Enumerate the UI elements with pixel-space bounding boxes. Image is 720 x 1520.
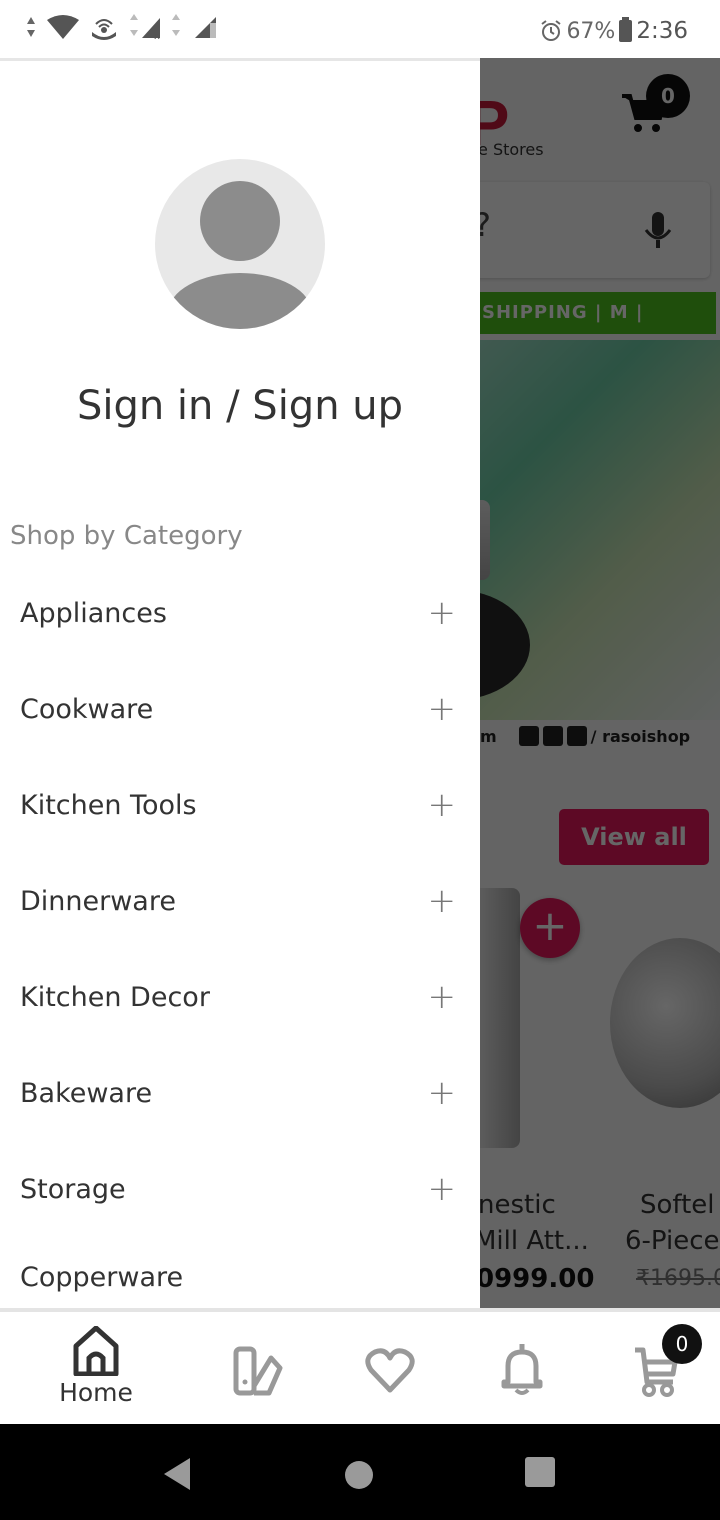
category-label: Storage <box>20 1173 126 1205</box>
nav-wishlist[interactable] <box>340 1348 440 1394</box>
category-item-copperware[interactable]: Copperware <box>0 1237 480 1308</box>
back-icon[interactable] <box>162 1458 192 1490</box>
plus-icon[interactable]: + <box>428 785 457 825</box>
heart-icon <box>365 1348 415 1393</box>
status-bar: x 67% 2:36 <box>0 0 720 58</box>
nav-categories[interactable] <box>208 1346 308 1396</box>
category-label: Appliances <box>20 597 167 629</box>
plus-icon[interactable]: + <box>428 977 457 1017</box>
category-item-kitchen-tools[interactable]: Kitchen Tools + <box>0 757 480 853</box>
signal-x-icon: x <box>130 14 180 40</box>
plus-icon[interactable]: + <box>428 881 457 921</box>
category-item-appliances[interactable]: Appliances + <box>0 565 480 661</box>
cart-badge: 0 <box>662 1324 702 1364</box>
clock: 2:36 <box>636 18 688 44</box>
plus-icon[interactable]: + <box>428 1073 457 1113</box>
alarm-icon <box>541 20 562 41</box>
category-label: Cookware <box>20 693 154 725</box>
bell-icon <box>501 1344 543 1395</box>
category-label: Dinnerware <box>20 885 176 917</box>
home-icon <box>73 1326 119 1376</box>
avatar-head <box>200 181 280 261</box>
plus-icon[interactable]: + <box>428 593 457 633</box>
category-label: Copperware <box>20 1261 184 1293</box>
data-arrows-icon <box>27 17 35 37</box>
wifi-icon <box>47 15 79 39</box>
category-item-cookware[interactable]: Cookware + <box>0 661 480 757</box>
category-item-storage[interactable]: Storage + <box>0 1141 480 1237</box>
navigation-drawer: Sign in / Sign up Shop by Category Appli… <box>0 58 480 1308</box>
nav-home-label: Home <box>59 1378 133 1407</box>
nav-notifications[interactable] <box>472 1342 572 1396</box>
category-list: Appliances + Cookware + Kitchen Tools + Din… <box>0 565 480 1308</box>
plus-icon[interactable]: + <box>428 1169 457 1209</box>
signal-icon <box>195 17 216 38</box>
avatar[interactable] <box>155 159 325 329</box>
plus-icon[interactable]: + <box>428 689 457 729</box>
sign-in-link[interactable]: Sign in / Sign up <box>0 383 480 429</box>
battery-icon <box>619 17 633 42</box>
category-label: Bakeware <box>20 1077 153 1109</box>
avatar-body <box>168 273 312 329</box>
categories-icon <box>233 1346 283 1396</box>
hotspot-icon <box>92 19 116 40</box>
section-heading: Shop by Category <box>10 521 243 551</box>
category-label: Kitchen Decor <box>20 981 210 1013</box>
category-item-kitchen-decor[interactable]: Kitchen Decor + <box>0 949 480 1045</box>
category-item-bakeware[interactable]: Bakeware + <box>0 1045 480 1141</box>
system-navigation-bar <box>0 1424 720 1520</box>
home-circle-icon[interactable] <box>344 1460 374 1490</box>
svg-text:x: x <box>154 31 160 40</box>
recents-icon[interactable] <box>524 1456 556 1488</box>
battery-percent: 67% <box>566 18 616 44</box>
category-label: Kitchen Tools <box>20 789 197 821</box>
nav-home[interactable]: Home <box>46 1326 146 1407</box>
category-item-dinnerware[interactable]: Dinnerware + <box>0 853 480 949</box>
bottom-navigation: Home 0 <box>0 1308 720 1424</box>
